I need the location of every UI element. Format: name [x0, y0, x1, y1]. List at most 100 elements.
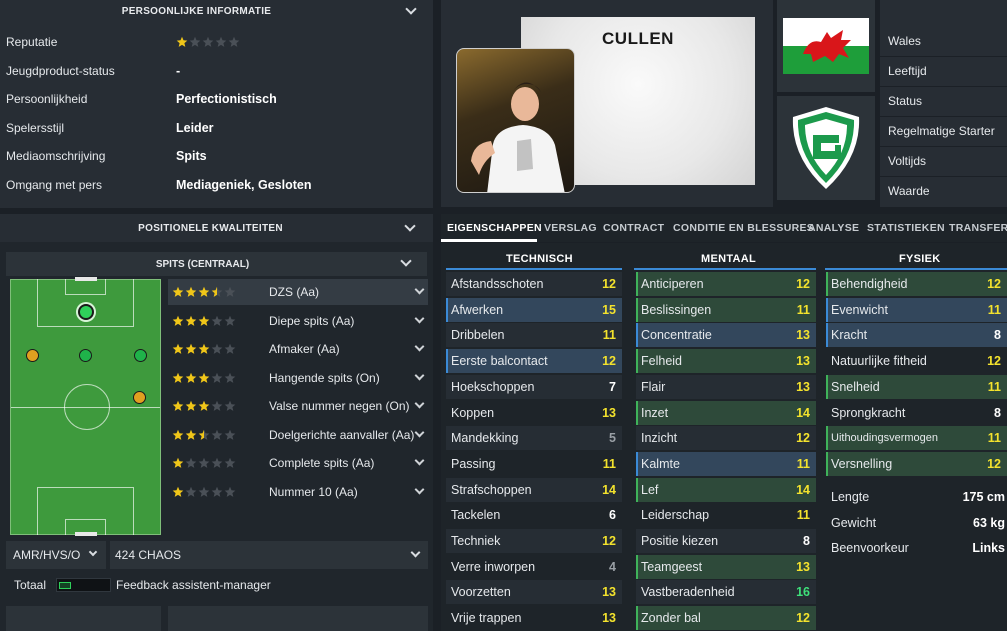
- chevron-down-icon[interactable]: [414, 484, 425, 494]
- attribute-row[interactable]: Lef 14: [636, 477, 816, 502]
- chevron-down-icon[interactable]: [400, 255, 412, 267]
- chevron-down-icon[interactable]: [414, 455, 425, 466]
- personal-info-label: Spelersstijl: [6, 120, 65, 135]
- attribute-row[interactable]: Kracht 8: [826, 323, 1007, 348]
- position-dot-aml[interactable]: [26, 349, 39, 362]
- position-select[interactable]: AMR/HVS/O: [6, 541, 106, 569]
- role-row[interactable]: Afmaker (Aa): [168, 336, 428, 362]
- chevron-down-icon[interactable]: [405, 3, 417, 15]
- attribute-value: 11: [796, 456, 810, 471]
- highlight-bar: [636, 272, 638, 296]
- attribute-name: Techniek: [451, 534, 501, 548]
- attribute-value: 12: [796, 611, 810, 626]
- attribute-row[interactable]: Zonder bal 12: [636, 606, 816, 631]
- attribute-row[interactable]: Inzicht 12: [636, 426, 816, 451]
- attribute-row[interactable]: Kalmte 11: [636, 451, 816, 476]
- chevron-down-icon[interactable]: [404, 220, 416, 232]
- attribute-value: 16: [796, 585, 810, 600]
- role-row[interactable]: Valse nummer negen (On): [168, 393, 428, 419]
- bar-fill-icon: [59, 582, 71, 589]
- chevron-down-icon[interactable]: [414, 284, 425, 295]
- attribute-row[interactable]: Evenwicht 11: [826, 297, 1007, 322]
- attribute-name: Flair: [641, 379, 666, 394]
- position-dot-st[interactable]: [78, 304, 94, 320]
- chevron-down-icon[interactable]: [414, 341, 425, 352]
- attribute-row[interactable]: Verre inworpen 4: [446, 554, 622, 579]
- attribute-row[interactable]: Techniek 12: [446, 529, 622, 553]
- attribute-row[interactable]: Positie kiezen 8: [636, 529, 816, 553]
- col-divider: [634, 268, 816, 270]
- attribute-row[interactable]: Eerste balcontact 12: [446, 349, 622, 374]
- role-row[interactable]: DZS (Aa): [168, 279, 428, 305]
- col-divider: [825, 268, 1007, 270]
- chevron-down-icon[interactable]: [414, 398, 425, 409]
- tab-verslag[interactable]: VERSLAG: [544, 222, 597, 234]
- attribute-row[interactable]: Voorzetten 13: [446, 580, 622, 605]
- attribute-row[interactable]: Beslissingen 11: [636, 297, 816, 322]
- attribute-row[interactable]: Snelheid 11: [826, 374, 1007, 399]
- fc-groningen-badge: [792, 107, 860, 189]
- attribute-row[interactable]: Versnelling 12: [826, 451, 1007, 476]
- pitch-center-circle: [64, 384, 110, 430]
- attribute-row[interactable]: Concentratie 13: [636, 323, 816, 348]
- attribute-row[interactable]: Strafschoppen 14: [446, 477, 622, 502]
- footer-box-left: [6, 606, 161, 631]
- role-name: DZS (Aa): [269, 285, 320, 299]
- attribute-row[interactable]: Afstandsschoten 12: [446, 272, 622, 296]
- chevron-down-icon[interactable]: [414, 313, 425, 323]
- attribute-row[interactable]: Dribbelen 11: [446, 323, 622, 348]
- highlight-bar: [636, 606, 638, 631]
- attribute-row[interactable]: Teamgeest 13: [636, 554, 816, 579]
- positional-header[interactable]: POSITIONELE KWALITEITEN: [0, 214, 433, 242]
- tactic-select[interactable]: 424 CHAOS: [110, 541, 428, 569]
- tab-statistieken[interactable]: STATISTIEKEN: [867, 222, 945, 234]
- position-header-bar[interactable]: SPITS (CENTRAAL): [6, 252, 427, 276]
- tactic-select-value: 424 CHAOS: [115, 548, 182, 562]
- position-dot-amc[interactable]: [79, 349, 92, 362]
- info-label: Status: [888, 94, 923, 108]
- attribute-row[interactable]: Inzet 14: [636, 400, 816, 425]
- attribute-value: 12: [987, 456, 1001, 471]
- role-row[interactable]: Complete spits (Aa): [168, 450, 428, 476]
- position-dot-mr[interactable]: [133, 391, 146, 404]
- attribute-row[interactable]: Mandekking 5: [446, 426, 622, 451]
- attribute-row[interactable]: Vastberadenheid 16: [636, 580, 816, 605]
- info-label: Regelmatige Starter: [888, 124, 995, 138]
- tab-transfers[interactable]: TRANSFERS: [949, 222, 1007, 234]
- tab-conditie-en-blessures[interactable]: CONDITIE EN BLESSURES: [673, 222, 814, 234]
- attribute-row[interactable]: Behendigheid 12: [826, 272, 1007, 296]
- attribute-name: Zonder bal: [641, 611, 701, 626]
- attribute-value: 8: [994, 405, 1001, 420]
- role-stars: [172, 315, 236, 327]
- attribute-row[interactable]: Anticiperen 12: [636, 272, 816, 296]
- attribute-row[interactable]: Passing 11: [446, 451, 622, 476]
- attribute-row[interactable]: Afwerken 15: [446, 297, 622, 322]
- highlight-bar: [446, 297, 448, 322]
- tab-eigenschappen[interactable]: EIGENSCHAPPEN: [447, 222, 542, 234]
- chevron-down-icon[interactable]: [414, 370, 425, 380]
- attribute-row[interactable]: Sprongkracht 8: [826, 400, 1007, 425]
- role-row[interactable]: Nummer 10 (Aa): [168, 479, 428, 505]
- attribute-row[interactable]: Felheid 13: [636, 349, 816, 374]
- position-dot-amr[interactable]: [134, 349, 147, 362]
- attribute-row[interactable]: Hoekschoppen 7: [446, 374, 622, 399]
- role-row[interactable]: Diepe spits (Aa): [168, 308, 428, 334]
- attribute-value: 12: [987, 277, 1001, 291]
- attribute-row[interactable]: Flair 13: [636, 374, 816, 399]
- personal-info-header[interactable]: PERSOONLIJKE INFORMATIE: [0, 0, 433, 22]
- role-row[interactable]: Hangende spits (On): [168, 365, 428, 391]
- tab-analyse[interactable]: ANALYSE: [808, 222, 859, 234]
- chevron-down-icon: [88, 547, 98, 557]
- chevron-down-icon[interactable]: [414, 427, 425, 437]
- nation-flag-box: [777, 0, 875, 92]
- attribute-row[interactable]: Natuurlijke fitheid 12: [826, 349, 1007, 374]
- tab-contract[interactable]: CONTRACT: [603, 222, 664, 234]
- role-row[interactable]: Doelgerichte aanvaller (Aa): [168, 422, 428, 448]
- attribute-row[interactable]: Leiderschap 11: [636, 503, 816, 528]
- attribute-row[interactable]: Koppen 13: [446, 400, 622, 425]
- attribute-value: 8: [994, 328, 1001, 343]
- attribute-row[interactable]: Uithoudingsvermogen 11: [826, 426, 1007, 451]
- attribute-row[interactable]: Vrije trappen 13: [446, 606, 622, 631]
- personal-info-row: Omgang met pers Mediageniek, Gesloten: [0, 171, 433, 199]
- attribute-row[interactable]: Tackelen 6: [446, 503, 622, 528]
